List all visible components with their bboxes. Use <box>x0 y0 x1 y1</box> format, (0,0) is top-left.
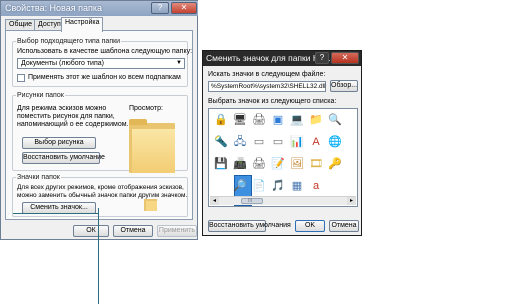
search-file-label: Искать значки в следующем файле: <box>208 71 326 78</box>
search-icon[interactable]: 🔍 <box>327 112 343 128</box>
icons-desc-line-2: можно заменить обычный значок папки друг… <box>17 192 188 199</box>
folder-icon-preview <box>144 197 157 211</box>
scroll-thumb[interactable]: III <box>241 198 263 204</box>
callout-line-horizontal <box>13 213 99 214</box>
notepad-icon[interactable]: 📝 <box>270 156 286 172</box>
browse-button[interactable]: Обзор... <box>330 80 358 92</box>
monitor-icon[interactable]: 🖥 <box>232 112 248 128</box>
computer-icon[interactable]: 💻 <box>289 112 305 128</box>
video-folder-icon[interactable]: 🎞 <box>308 156 324 172</box>
floppy-icon[interactable]: 💾 <box>213 156 229 172</box>
template-select-value: Документы (любого типа) <box>21 60 104 67</box>
ok-button[interactable]: ОК <box>73 225 109 237</box>
music-folder-icon[interactable]: 🎵 <box>270 178 286 194</box>
preview-label: Просмотр: <box>129 105 163 112</box>
icon-list-scrollbar[interactable]: ◂ III ▸ <box>210 196 356 205</box>
use-template-label: Использовать в качестве шаблона следующу… <box>17 48 193 55</box>
icons-desc-line-1: Для всех других режимов, кроме отображен… <box>17 184 184 191</box>
printer-icon[interactable]: 🖨 <box>251 156 267 172</box>
pictures-desc-line-2: поместить рисунок для папки, <box>17 113 115 120</box>
folder-preview-icon <box>129 119 175 173</box>
apply-subfolders-checkbox[interactable] <box>17 74 25 82</box>
choose-picture-button[interactable]: Выбор рисунка <box>22 137 96 149</box>
icon-file-path-input[interactable]: %SystemRoot%\system32\SHELL32.dll <box>208 81 326 92</box>
help-button[interactable]: ? <box>151 2 169 14</box>
image-icon[interactable]: 🖼 <box>289 156 305 172</box>
font-icon[interactable]: A <box>308 134 324 150</box>
pictures-desc-line-1: Для режима эскизов можно <box>17 105 107 112</box>
document-icon[interactable]: 📄 <box>251 178 267 194</box>
hard-drive-icon[interactable]: ▭ <box>251 134 267 150</box>
chart-folder-icon[interactable]: 📊 <box>289 134 305 150</box>
tab-customize[interactable]: Настройка <box>61 17 104 32</box>
apply-button[interactable]: Применить <box>157 225 197 237</box>
network-icon[interactable]: 🖧 <box>232 134 248 150</box>
scroll-thumb-grip: III <box>248 198 253 204</box>
printer-icon[interactable]: 🖨 <box>251 112 267 128</box>
help-button[interactable]: ? <box>315 52 329 64</box>
lock-icon[interactable]: 🔒 <box>213 112 229 128</box>
chevron-down-icon: ▼ <box>176 60 182 66</box>
flashlight-icon[interactable]: 🔦 <box>213 134 229 150</box>
magnifier-icon[interactable]: 🔎 <box>232 178 248 194</box>
restore-defaults-button[interactable]: Восстановить умолчания <box>208 220 291 232</box>
template-group: Выбор подходящего типа папки Использоват… <box>12 38 192 87</box>
callout-line <box>98 208 99 304</box>
apply-subfolders-label: Применять этот же шаблон ко всем подпапк… <box>28 74 181 81</box>
ok-button[interactable]: OK <box>295 220 325 232</box>
properties-titlebar[interactable]: Свойства: Новая папка ? ✕ <box>1 1 198 16</box>
icons-group-label: Значки папок <box>16 174 61 181</box>
template-select[interactable]: Документы (любого типа) ▼ <box>17 58 185 69</box>
change-icon-title: Сменить значок для папки Но... <box>206 53 331 63</box>
choose-icon-label: Выбрать значок из следующего списка: <box>208 98 337 105</box>
icon-file-path-value: %SystemRoot%\system32\SHELL32.dll <box>211 83 326 90</box>
cancel-button[interactable]: Отмена <box>113 225 153 237</box>
window-icon[interactable]: ▣ <box>270 112 286 128</box>
font-a-icon[interactable]: a <box>308 178 324 194</box>
restore-default-button[interactable]: Восстановить умолчание <box>22 152 105 164</box>
properties-dialog: Свойства: Новая папка ? ✕ Общие Доступ Н… <box>0 0 198 240</box>
change-icon-dialog: Сменить значок для папки Но... ? ✕ Искат… <box>202 50 362 236</box>
globe-icon[interactable]: 🌐 <box>327 134 343 150</box>
close-button[interactable]: ✕ <box>331 52 359 64</box>
icons-group: Значки папок Для всех других режимов, кр… <box>12 174 188 217</box>
cancel-button[interactable]: Отмена <box>329 220 359 232</box>
scroll-left-icon[interactable]: ◂ <box>210 197 219 205</box>
grid-icon[interactable]: ▦ <box>289 178 305 194</box>
close-button[interactable]: ✕ <box>171 2 197 14</box>
icon-list[interactable]: 🔒 🖥 🖨 ▣ 💻 📁 🔍 🔦 🖧 ▭ ▭ 📊 A 🌐 💾 📠 🖨 📝 🖼 🎞 🔑 🔎 📄 🎵 ▦ a ◂ III ▸ <box>208 108 358 207</box>
change-icon-titlebar[interactable]: Сменить значок для папки Но... ? ✕ <box>203 51 361 66</box>
key-icon[interactable]: 🔑 <box>327 156 343 172</box>
fax-icon[interactable]: 📠 <box>232 156 248 172</box>
template-group-label: Выбор подходящего типа папки <box>16 38 122 45</box>
pictures-desc-line-3: напоминающий о ее содержимом. <box>17 121 129 128</box>
folder-icon[interactable]: 📁 <box>308 112 324 128</box>
properties-title: Свойства: Новая папка <box>5 3 102 13</box>
selected-icon[interactable] <box>213 178 229 194</box>
scroll-right-icon[interactable]: ▸ <box>347 197 356 205</box>
pictures-group-label: Рисунки папок <box>16 92 65 99</box>
hard-drive-icon[interactable]: ▭ <box>270 134 286 150</box>
